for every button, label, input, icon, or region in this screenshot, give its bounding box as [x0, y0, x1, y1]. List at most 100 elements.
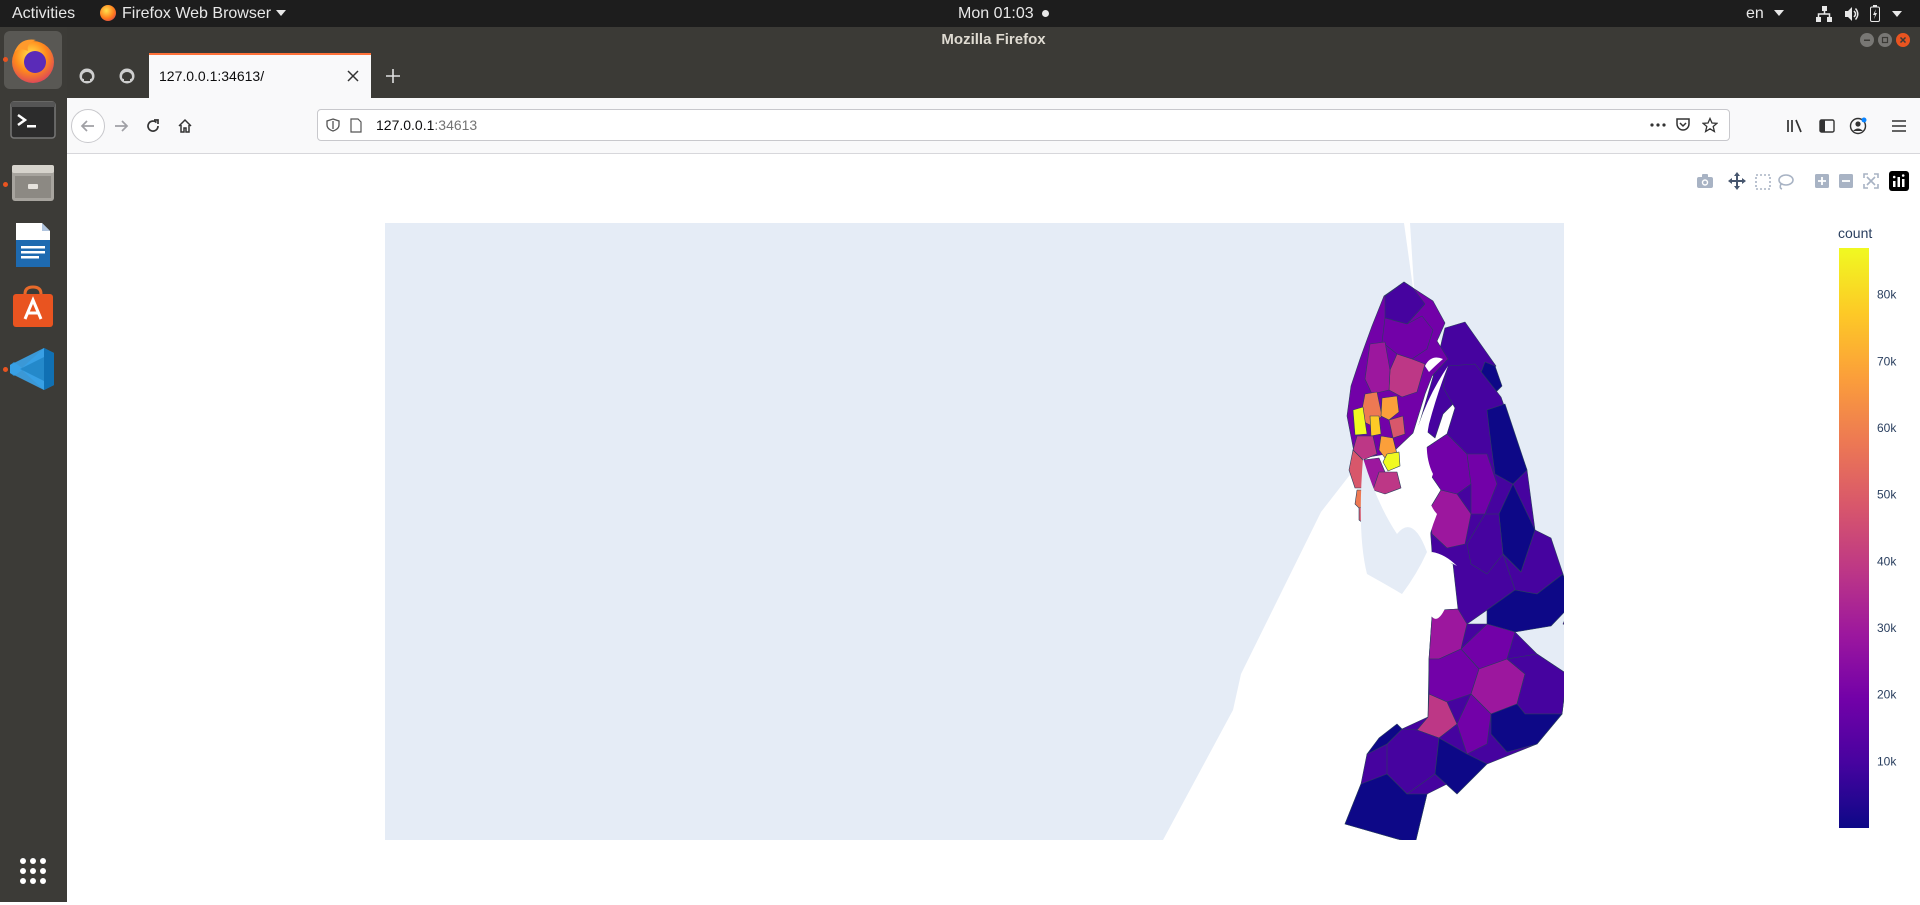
lasso-icon[interactable] [1778, 174, 1794, 190]
url-text: 127.0.0.1:34613 [376, 110, 477, 140]
activities-button[interactable]: Activities [12, 0, 75, 27]
dock-files[interactable] [4, 154, 62, 212]
github-icon [119, 68, 135, 83]
clock[interactable]: Mon 01:03 [958, 0, 1050, 27]
tab-label: 127.0.0.1:34613/ [159, 68, 265, 84]
language-label: en [1746, 5, 1764, 22]
hamburger-icon [1892, 120, 1906, 132]
maximize-button[interactable] [1878, 33, 1892, 47]
colorbar-tick-label: 10k [1877, 754, 1897, 768]
firefox-small-icon [100, 5, 116, 21]
minimize-icon [1864, 39, 1870, 41]
library-icon [1787, 119, 1802, 133]
maximize-icon [1881, 36, 1889, 44]
colorbar-tick-label: 60k [1877, 421, 1897, 435]
close-icon [1899, 36, 1907, 44]
new-tab-button[interactable] [377, 60, 409, 92]
battery-icon [1870, 5, 1880, 22]
colorbar-tick-label: 20k [1877, 688, 1897, 702]
network-icon [1816, 6, 1832, 22]
colorbar-ticks: 10k 20k 30k 40k 50k 60k 70k 80k [1877, 288, 1897, 769]
show-applications-button[interactable] [4, 842, 62, 900]
chevron-down-icon [1774, 10, 1785, 16]
colorbar-tick-label: 40k [1877, 554, 1897, 568]
account-button[interactable] [1844, 112, 1872, 140]
dock-terminal[interactable] [4, 92, 62, 150]
arrow-right-icon [115, 120, 129, 132]
notification-dot-icon [1042, 10, 1050, 17]
url-port: :34613 [434, 117, 478, 133]
colorbar-tick-label: 50k [1877, 488, 1897, 502]
github-icon [79, 68, 95, 83]
writer-icon [16, 223, 50, 267]
dock-software[interactable] [4, 278, 62, 336]
zoom-in-icon[interactable] [1815, 174, 1829, 188]
chevron-down-icon [1892, 11, 1902, 17]
sidebar-button[interactable] [1813, 112, 1841, 140]
home-button[interactable] [171, 112, 199, 140]
sidebar-icon [1819, 119, 1835, 133]
system-top-bar: Activities Firefox Web Browser Mon 01:03… [0, 0, 1920, 27]
files-icon [12, 165, 54, 201]
choropleth-figure: count 10k 20k 30k 40k 50k 60k 70k 80k [385, 171, 1909, 840]
reload-icon [147, 119, 159, 132]
region-midtown-center[interactable] [1369, 415, 1382, 437]
minimize-button[interactable] [1860, 33, 1874, 47]
reload-button[interactable] [139, 112, 167, 140]
app-menu-label: Firefox Web Browser [122, 5, 272, 22]
shield-icon [326, 118, 340, 132]
library-button[interactable] [1781, 112, 1809, 140]
account-icon [1849, 117, 1867, 135]
volume-icon [1845, 7, 1859, 21]
pan-icon[interactable] [1728, 172, 1746, 190]
modebar[interactable] [1697, 171, 1909, 191]
dock-writer[interactable] [4, 216, 62, 274]
vscode-icon [10, 348, 54, 390]
url-host: 127.0.0.1 [376, 117, 435, 133]
pinned-tab-github-2[interactable] [107, 53, 147, 98]
back-button[interactable] [71, 109, 105, 143]
bookmark-star-icon[interactable] [1702, 117, 1718, 133]
colorbar-gradient [1839, 248, 1869, 828]
chevron-down-icon [276, 10, 286, 16]
region-jfk[interactable] [1562, 604, 1602, 634]
tab-active[interactable]: 127.0.0.1:34613/ [149, 53, 371, 98]
terminal-icon [10, 101, 56, 139]
dock-firefox[interactable] [4, 31, 62, 89]
running-indicator [3, 57, 8, 62]
pinned-tab-github-1[interactable] [67, 53, 107, 98]
language-indicator[interactable]: en [1746, 0, 1785, 27]
pocket-icon[interactable] [1675, 117, 1691, 133]
colorbar: count 10k 20k 30k 40k 50k 60k 70k 80k [1838, 225, 1897, 828]
plus-icon [386, 69, 400, 83]
window-titlebar: Mozilla Firefox [67, 27, 1920, 53]
zoom-out-icon[interactable] [1839, 174, 1853, 188]
colorbar-tick-label: 30k [1877, 621, 1897, 635]
forward-button[interactable] [107, 112, 135, 140]
colorbar-title: count [1838, 225, 1872, 241]
page-content: count 10k 20k 30k 40k 50k 60k 70k 80k [67, 154, 1920, 902]
running-indicator [3, 182, 8, 187]
menu-button[interactable] [1885, 112, 1913, 140]
url-bar[interactable]: 127.0.0.1:34613 [317, 109, 1730, 141]
app-grid-icon [20, 858, 46, 884]
close-icon [347, 70, 359, 82]
reset-icon[interactable] [1863, 173, 1879, 189]
plotly-logo-icon[interactable] [1889, 171, 1909, 191]
software-center-icon [13, 285, 53, 327]
navigation-toolbar: 127.0.0.1:34613 [67, 98, 1920, 154]
colorbar-tick-label: 80k [1877, 288, 1897, 302]
map-background [385, 223, 1448, 840]
more-actions-icon[interactable] [1650, 123, 1666, 127]
close-tab-button[interactable] [343, 66, 363, 86]
window-title: Mozilla Firefox [941, 31, 1046, 48]
colorbar-tick-label: 70k [1877, 354, 1897, 368]
dock [0, 27, 67, 902]
app-menu[interactable]: Firefox Web Browser [100, 0, 288, 27]
system-status-menu[interactable] [1810, 0, 1910, 27]
dock-vscode[interactable] [4, 340, 62, 398]
box-select-icon[interactable] [1755, 174, 1771, 190]
camera-icon[interactable] [1697, 174, 1713, 188]
home-icon [178, 118, 192, 133]
close-window-button[interactable] [1896, 33, 1910, 47]
